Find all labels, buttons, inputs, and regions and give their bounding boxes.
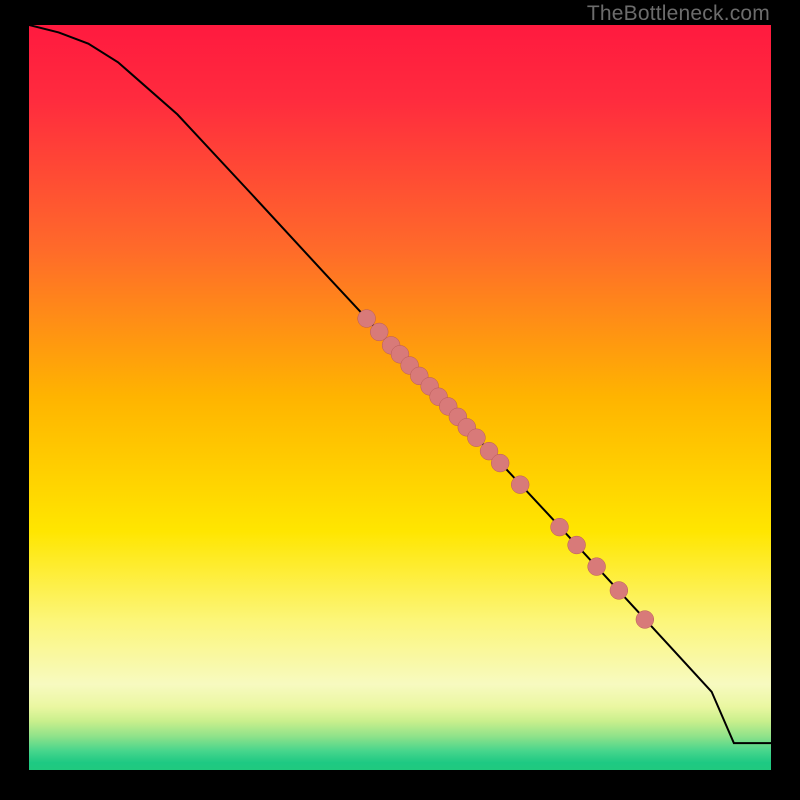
curve-marker bbox=[588, 558, 606, 576]
curve-marker bbox=[468, 429, 486, 447]
curve-marker bbox=[358, 310, 376, 328]
chart-svg bbox=[29, 25, 771, 770]
curve-marker bbox=[511, 476, 529, 494]
curve-marker bbox=[610, 582, 628, 600]
curve-marker bbox=[491, 454, 509, 472]
chart-stage: TheBottleneck.com bbox=[0, 0, 800, 800]
watermark-text: TheBottleneck.com bbox=[587, 2, 770, 26]
gradient-background bbox=[29, 25, 771, 770]
curve-marker bbox=[636, 611, 654, 629]
curve-marker bbox=[568, 536, 586, 554]
plot-area bbox=[29, 25, 771, 770]
curve-marker bbox=[551, 518, 569, 536]
